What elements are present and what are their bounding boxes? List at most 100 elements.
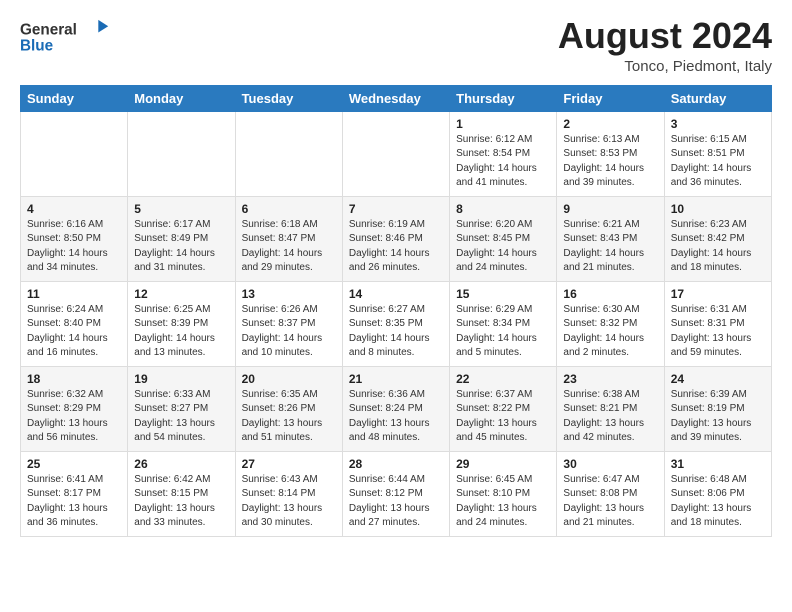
day-info: Sunrise: 6:48 AMSunset: 8:06 PMDaylight:…	[671, 473, 765, 531]
day-info: Sunrise: 6:42 AMSunset: 8:15 PMDaylight:…	[134, 473, 228, 531]
day-number: 18	[27, 372, 121, 386]
calendar-cell	[235, 111, 342, 196]
calendar-cell: 1 Sunrise: 6:12 AMSunset: 8:54 PMDaylight…	[450, 111, 557, 196]
calendar-table: SundayMondayTuesdayWednesdayThursdayFrid…	[20, 85, 772, 537]
day-info: Sunrise: 6:37 AMSunset: 8:22 PMDaylight:…	[456, 388, 550, 446]
calendar-day-header: Tuesday	[235, 85, 342, 111]
day-number: 12	[134, 287, 228, 301]
day-number: 9	[563, 202, 657, 216]
calendar-day-header: Saturday	[664, 85, 771, 111]
day-number: 19	[134, 372, 228, 386]
calendar-cell	[342, 111, 449, 196]
calendar-cell: 3 Sunrise: 6:15 AMSunset: 8:51 PMDaylight…	[664, 111, 771, 196]
day-number: 22	[456, 372, 550, 386]
day-number: 7	[349, 202, 443, 216]
calendar-cell: 16Sunrise: 6:30 AMSunset: 8:32 PMDayligh…	[557, 281, 664, 366]
title-block: August 2024 Tonco, Piedmont, Italy	[558, 16, 772, 75]
day-number: 3	[671, 117, 765, 131]
calendar-cell: 31 Sunrise: 6:48 AMSunset: 8:06 PMDayligh…	[664, 451, 771, 536]
day-number: 21	[349, 372, 443, 386]
day-number: 20	[242, 372, 336, 386]
calendar-day-header: Sunday	[21, 85, 128, 111]
day-info: Sunrise: 6:38 AMSunset: 8:21 PMDaylight:…	[563, 388, 657, 446]
day-info: Sunrise: 6:21 AMSunset: 8:43 PMDaylight:…	[563, 218, 657, 276]
calendar-day-header: Friday	[557, 85, 664, 111]
logo-svg: General Blue	[20, 16, 110, 58]
calendar-day-header: Thursday	[450, 85, 557, 111]
svg-text:General: General	[20, 21, 77, 38]
calendar-day-header: Wednesday	[342, 85, 449, 111]
calendar-cell: 11Sunrise: 6:24 AMSunset: 8:40 PMDayligh…	[21, 281, 128, 366]
calendar-cell: 12 Sunrise: 6:25 AMSunset: 8:39 PMDayligh…	[128, 281, 235, 366]
calendar-cell: 2Sunrise: 6:13 AMSunset: 8:53 PMDaylight…	[557, 111, 664, 196]
calendar-cell: 24 Sunrise: 6:39 AMSunset: 8:19 PMDayligh…	[664, 366, 771, 451]
day-number: 13	[242, 287, 336, 301]
day-number: 15	[456, 287, 550, 301]
calendar-cell: 21 Sunrise: 6:36 AMSunset: 8:24 PMDayligh…	[342, 366, 449, 451]
calendar-week-row: 25 Sunrise: 6:41 AMSunset: 8:17 PMDayligh…	[21, 451, 772, 536]
calendar-cell: 29 Sunrise: 6:45 AMSunset: 8:10 PMDayligh…	[450, 451, 557, 536]
calendar-cell: 6Sunrise: 6:18 AMSunset: 8:47 PMDaylight…	[235, 196, 342, 281]
day-info: Sunrise: 6:36 AMSunset: 8:24 PMDaylight:…	[349, 388, 443, 446]
calendar-header-row: SundayMondayTuesdayWednesdayThursdayFrid…	[21, 85, 772, 111]
day-number: 30	[563, 457, 657, 471]
day-number: 29	[456, 457, 550, 471]
day-number: 24	[671, 372, 765, 386]
day-number: 28	[349, 457, 443, 471]
calendar-cell: 10Sunrise: 6:23 AMSunset: 8:42 PMDayligh…	[664, 196, 771, 281]
day-info: Sunrise: 6:13 AMSunset: 8:53 PMDaylight:…	[563, 133, 657, 191]
day-number: 10	[671, 202, 765, 216]
day-info: Sunrise: 6:39 AMSunset: 8:19 PMDaylight:…	[671, 388, 765, 446]
calendar-cell: 9 Sunrise: 6:21 AMSunset: 8:43 PMDaylight…	[557, 196, 664, 281]
day-info: Sunrise: 6:33 AMSunset: 8:27 PMDaylight:…	[134, 388, 228, 446]
day-info: Sunrise: 6:26 AMSunset: 8:37 PMDaylight:…	[242, 303, 336, 361]
calendar-cell	[128, 111, 235, 196]
day-info: Sunrise: 6:12 AMSunset: 8:54 PMDaylight:…	[456, 133, 550, 191]
day-info: Sunrise: 6:25 AMSunset: 8:39 PMDaylight:…	[134, 303, 228, 361]
day-number: 1	[456, 117, 550, 131]
day-number: 31	[671, 457, 765, 471]
calendar-cell	[21, 111, 128, 196]
calendar-week-row: 4 Sunrise: 6:16 AMSunset: 8:50 PMDaylight…	[21, 196, 772, 281]
day-info: Sunrise: 6:47 AMSunset: 8:08 PMDaylight:…	[563, 473, 657, 531]
calendar-cell: 23 Sunrise: 6:38 AMSunset: 8:21 PMDayligh…	[557, 366, 664, 451]
day-info: Sunrise: 6:19 AMSunset: 8:46 PMDaylight:…	[349, 218, 443, 276]
calendar-cell: 27 Sunrise: 6:43 AMSunset: 8:14 PMDayligh…	[235, 451, 342, 536]
logo-text: General Blue	[20, 16, 110, 58]
header: General Blue August 2024 Tonco, Piedmont…	[20, 16, 772, 75]
calendar-cell: 25 Sunrise: 6:41 AMSunset: 8:17 PMDayligh…	[21, 451, 128, 536]
location: Tonco, Piedmont, Italy	[558, 58, 772, 75]
day-number: 16	[563, 287, 657, 301]
calendar-cell: 19 Sunrise: 6:33 AMSunset: 8:27 PMDayligh…	[128, 366, 235, 451]
calendar-day-header: Monday	[128, 85, 235, 111]
day-number: 5	[134, 202, 228, 216]
day-number: 25	[27, 457, 121, 471]
day-info: Sunrise: 6:15 AMSunset: 8:51 PMDaylight:…	[671, 133, 765, 191]
day-info: Sunrise: 6:20 AMSunset: 8:45 PMDaylight:…	[456, 218, 550, 276]
day-number: 26	[134, 457, 228, 471]
day-number: 14	[349, 287, 443, 301]
day-info: Sunrise: 6:35 AMSunset: 8:26 PMDaylight:…	[242, 388, 336, 446]
calendar-week-row: 1 Sunrise: 6:12 AMSunset: 8:54 PMDaylight…	[21, 111, 772, 196]
day-number: 17	[671, 287, 765, 301]
day-number: 27	[242, 457, 336, 471]
month-title: August 2024	[558, 16, 772, 56]
calendar-cell: 17Sunrise: 6:31 AMSunset: 8:31 PMDayligh…	[664, 281, 771, 366]
svg-text:Blue: Blue	[20, 38, 53, 55]
day-info: Sunrise: 6:43 AMSunset: 8:14 PMDaylight:…	[242, 473, 336, 531]
calendar-cell: 14 Sunrise: 6:27 AMSunset: 8:35 PMDayligh…	[342, 281, 449, 366]
day-info: Sunrise: 6:41 AMSunset: 8:17 PMDaylight:…	[27, 473, 121, 531]
day-info: Sunrise: 6:27 AMSunset: 8:35 PMDaylight:…	[349, 303, 443, 361]
calendar-cell: 7 Sunrise: 6:19 AMSunset: 8:46 PMDaylight…	[342, 196, 449, 281]
logo: General Blue	[20, 16, 110, 58]
day-info: Sunrise: 6:24 AMSunset: 8:40 PMDaylight:…	[27, 303, 121, 361]
day-info: Sunrise: 6:45 AMSunset: 8:10 PMDaylight:…	[456, 473, 550, 531]
day-number: 4	[27, 202, 121, 216]
calendar-cell: 18Sunrise: 6:32 AMSunset: 8:29 PMDayligh…	[21, 366, 128, 451]
day-number: 23	[563, 372, 657, 386]
day-info: Sunrise: 6:16 AMSunset: 8:50 PMDaylight:…	[27, 218, 121, 276]
calendar-cell: 15Sunrise: 6:29 AMSunset: 8:34 PMDayligh…	[450, 281, 557, 366]
calendar-cell: 28Sunrise: 6:44 AMSunset: 8:12 PMDayligh…	[342, 451, 449, 536]
page: General Blue August 2024 Tonco, Piedmont…	[0, 0, 792, 553]
calendar-cell: 20 Sunrise: 6:35 AMSunset: 8:26 PMDayligh…	[235, 366, 342, 451]
